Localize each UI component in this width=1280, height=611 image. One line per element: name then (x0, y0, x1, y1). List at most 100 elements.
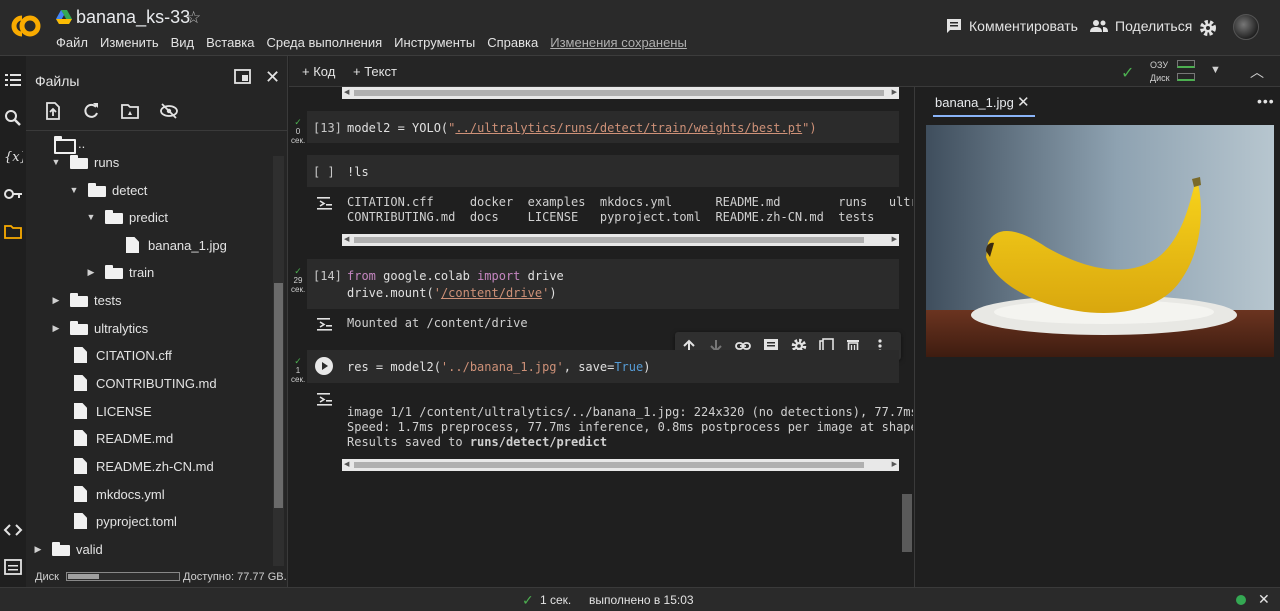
chevron-down-icon[interactable]: ▼ (1210, 64, 1221, 76)
tree-item-train[interactable]: ▶ train (85, 261, 155, 283)
caret-right-icon[interactable]: ▶ (32, 544, 44, 555)
code-cell[interactable]: [ ] !ls (307, 155, 899, 187)
folder-icon (88, 183, 106, 197)
tree-item-predict[interactable]: ▼ predict (85, 206, 169, 228)
share-button[interactable]: Поделиться (1090, 18, 1192, 34)
tree-item-valid[interactable]: ▶ valid (32, 538, 103, 560)
refresh-icon[interactable] (81, 101, 101, 121)
tree-item-citation[interactable]: CITATION.cff (74, 344, 172, 366)
scrollbar-thumb[interactable] (274, 283, 283, 508)
code-line[interactable]: from google.colab import drive (347, 269, 564, 283)
terminal-icon[interactable] (3, 557, 23, 577)
code-path-link[interactable]: /content/drive (441, 286, 542, 300)
tree-item-tests[interactable]: ▶ tests (50, 289, 122, 311)
gear-icon[interactable] (1199, 19, 1217, 37)
open-in-tab-icon[interactable] (234, 69, 251, 84)
code-snippets-icon[interactable] (3, 520, 23, 540)
code-line[interactable]: drive.mount('/content/drive') (347, 286, 557, 300)
tree-item-contributing[interactable]: CONTRIBUTING.md (74, 372, 217, 394)
menu-file[interactable]: Файл (56, 35, 88, 50)
tree-item-runs[interactable]: ▼ runs (50, 151, 120, 173)
viewer-tab[interactable]: banana_1.jpg (935, 95, 1014, 110)
check-icon: ✓ (294, 266, 302, 276)
notebook-scrollbar-thumb[interactable] (902, 494, 912, 552)
tree-item-detect[interactable]: ▼ detect (68, 179, 148, 201)
code-boolean: True (614, 360, 644, 374)
scroll-right-icon[interactable]: ▶ (892, 460, 897, 468)
caret-right-icon[interactable]: ▶ (85, 267, 97, 278)
tree-item-readme-zh[interactable]: README.zh-CN.md (74, 455, 214, 477)
code-line[interactable]: !ls (347, 165, 369, 179)
tree-item-banana-jpg[interactable]: banana_1.jpg (126, 234, 227, 256)
star-icon[interactable]: ☆ (186, 8, 201, 28)
code-cell[interactable]: [14] from google.colab import drive driv… (307, 259, 899, 309)
add-code-button[interactable]: + Код (302, 64, 335, 79)
caret-down-icon[interactable]: ▼ (50, 157, 62, 167)
hide-hidden-files-icon[interactable] (159, 101, 179, 121)
search-icon[interactable] (3, 108, 23, 128)
tree-item-ultralytics[interactable]: ▶ ultralytics (50, 317, 149, 339)
folder-icon[interactable] (3, 222, 23, 242)
code-line[interactable]: model2 = YOLO("../ultralytics/runs/detec… (347, 121, 817, 135)
variables-icon[interactable]: {x} (3, 146, 23, 166)
comment-button[interactable]: Комментировать (946, 18, 1078, 34)
scrollbar-thumb[interactable] (354, 462, 864, 468)
tree-item-pyproject[interactable]: pyproject.toml (74, 510, 177, 532)
output-hscrollbar[interactable]: ◀ ▶ (342, 459, 899, 471)
ram-label: ОЗУ (1150, 60, 1169, 70)
menu-runtime[interactable]: Среда выполнения (266, 35, 382, 50)
saved-status-link[interactable]: Изменения сохранены (550, 35, 687, 50)
close-icon[interactable]: ✕ (265, 67, 280, 88)
disk-resource-bar[interactable] (1177, 73, 1195, 81)
tree-item-label: CITATION.cff (96, 347, 172, 363)
output-icon[interactable] (316, 391, 334, 407)
colab-logo[interactable] (8, 12, 44, 40)
run-cell-button[interactable] (315, 357, 333, 375)
output-hscrollbar[interactable]: ◀ ▶ (342, 87, 899, 99)
mount-drive-icon[interactable] (120, 101, 140, 121)
code-line[interactable]: res = model2('../banana_1.jpg', save=Tru… (347, 360, 650, 374)
output-icon[interactable] (316, 316, 334, 332)
output-text: Results saved to (347, 435, 470, 449)
tree-item-readme[interactable]: README.md (74, 427, 173, 449)
code-path-link[interactable]: ../ultralytics/runs/detect/train/weights… (455, 121, 802, 135)
ram-usage-bar[interactable] (1177, 60, 1195, 68)
scroll-right-icon[interactable]: ▶ (892, 88, 897, 96)
tree-item-license[interactable]: LICENSE (74, 400, 152, 422)
tree-scrollbar[interactable] (273, 156, 284, 566)
avatar[interactable] (1233, 14, 1259, 40)
tree-item-mkdocs[interactable]: mkdocs.yml (74, 483, 165, 505)
code-cell-active[interactable]: res = model2('../banana_1.jpg', save=Tru… (307, 350, 899, 383)
scroll-left-icon[interactable]: ◀ (344, 235, 349, 243)
table-of-contents-icon[interactable] (3, 70, 23, 90)
menu-insert[interactable]: Вставка (206, 35, 254, 50)
scroll-left-icon[interactable]: ◀ (344, 88, 349, 96)
output-hscrollbar[interactable]: ◀ ▶ (342, 234, 899, 246)
key-icon[interactable] (3, 184, 23, 204)
scrollbar-thumb[interactable] (354, 90, 884, 96)
caret-right-icon[interactable]: ▶ (50, 323, 62, 334)
code-text: res = model2( (347, 360, 441, 374)
scroll-left-icon[interactable]: ◀ (344, 460, 349, 468)
top-header: banana_ks-33 ☆ Файл Изменить Вид Вставка… (0, 0, 1280, 56)
more-horiz-icon[interactable]: ••• (1257, 93, 1275, 109)
output-icon[interactable] (316, 195, 334, 211)
scrollbar-thumb[interactable] (354, 237, 864, 243)
code-cell[interactable]: [13] model2 = YOLO("../ultralytics/runs/… (307, 111, 899, 143)
left-rail: {x} (0, 56, 26, 587)
chevron-up-icon[interactable]: ︿ (1250, 62, 1264, 82)
menu-edit[interactable]: Изменить (100, 35, 159, 50)
caret-down-icon[interactable]: ▼ (85, 212, 97, 222)
close-icon[interactable]: ✕ (1017, 93, 1030, 111)
menu-view[interactable]: Вид (171, 35, 195, 50)
caret-down-icon[interactable]: ▼ (68, 185, 80, 195)
close-icon[interactable]: ✕ (1258, 591, 1270, 608)
notebook-title[interactable]: banana_ks-33 (76, 7, 190, 28)
menu-help[interactable]: Справка (487, 35, 538, 50)
scroll-right-icon[interactable]: ▶ (892, 235, 897, 243)
code-keyword: from (347, 269, 376, 283)
upload-icon[interactable] (43, 101, 63, 121)
menu-tools[interactable]: Инструменты (394, 35, 475, 50)
caret-right-icon[interactable]: ▶ (50, 295, 62, 306)
add-text-button[interactable]: + Текст (353, 64, 397, 79)
